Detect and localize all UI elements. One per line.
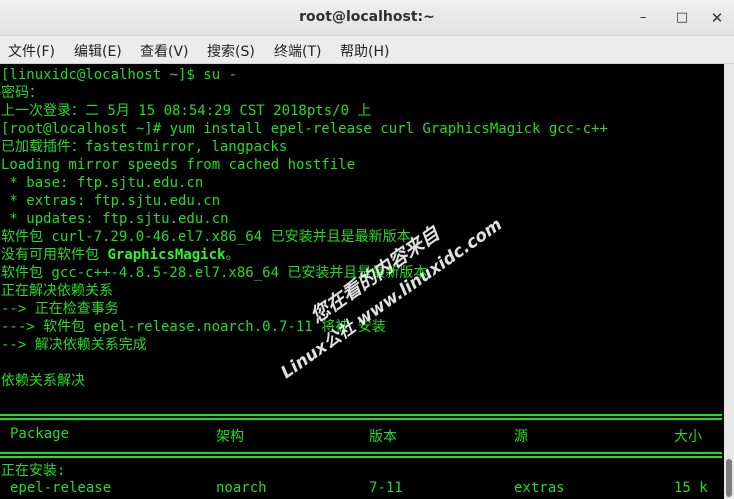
divider-double bbox=[0, 456, 722, 458]
scrollbar-thumb[interactable] bbox=[726, 459, 732, 497]
menu-search[interactable]: 搜索(S) bbox=[207, 41, 255, 61]
maximize-icon[interactable]: □ bbox=[671, 7, 693, 29]
terminal-line: 没有可用软件包 GraphicsMagick。 bbox=[1, 246, 239, 264]
package-size-cell: 15 k bbox=[674, 480, 708, 496]
package-repo-cell: extras bbox=[514, 480, 565, 496]
terminal-output[interactable]: [linuxidc@localhost ~]$ su - 密码： 上一次登录：二… bbox=[0, 64, 724, 499]
bold-package-name: GraphicsMagick bbox=[107, 247, 226, 263]
terminal-line: * updates: ftp.sjtu.edu.cn bbox=[1, 211, 229, 227]
terminal-line: --> 正在检查事务 bbox=[1, 301, 119, 317]
menu-view[interactable]: 查看(V) bbox=[140, 41, 189, 61]
menu-edit[interactable]: 编辑(E) bbox=[74, 41, 122, 61]
terminal-line: ---> 软件包 epel-release.noarch.0.7-11 将被 安… bbox=[1, 319, 386, 335]
terminal-line: 已加载插件：fastestmirror, langpacks bbox=[1, 139, 288, 155]
menu-terminal[interactable]: 终端(T) bbox=[274, 41, 321, 61]
terminal-line: --> 解决依赖关系完成 bbox=[1, 337, 147, 353]
divider-double bbox=[0, 452, 722, 454]
column-header-size: 大小 bbox=[674, 429, 702, 445]
column-header-package: Package bbox=[10, 426, 70, 442]
minimize-icon[interactable]: – bbox=[632, 7, 654, 29]
terminal-text: 。 bbox=[225, 247, 240, 263]
menu-bar: 文件(F) 编辑(E) 查看(V) 搜索(S) 终端(T) 帮助(H) bbox=[0, 36, 734, 64]
terminal-line: 依赖关系解决 bbox=[1, 373, 85, 389]
terminal-line: 软件包 curl-7.29.0-46.el7.x86_64 已安装并且是最新版本 bbox=[1, 229, 411, 245]
terminal-line: * base: ftp.sjtu.edu.cn bbox=[1, 175, 204, 191]
package-version-cell: 7-11 bbox=[369, 480, 403, 496]
column-header-version: 版本 bbox=[369, 429, 397, 445]
terminal-line: * extras: ftp.sjtu.edu.cn bbox=[1, 193, 221, 209]
terminal-line: [linuxidc@localhost ~]$ su - bbox=[1, 67, 238, 83]
divider-double bbox=[0, 418, 722, 420]
terminal-line: 软件包 gcc-c++-4.8.5-28.el7.x86_64 已安装并且是最新… bbox=[1, 265, 428, 281]
terminal-line: 密码： bbox=[1, 85, 43, 101]
column-header-arch: 架构 bbox=[216, 429, 244, 445]
package-name-cell: epel-release bbox=[10, 480, 112, 496]
terminal-text: 没有可用软件包 bbox=[1, 247, 108, 263]
menu-file[interactable]: 文件(F) bbox=[8, 41, 55, 61]
divider-double bbox=[0, 414, 722, 416]
terminal-line: 上一次登录：二 5月 15 08:54:29 CST 2018pts/0 上 bbox=[1, 103, 372, 119]
terminal-line: Loading mirror speeds from cached hostfi… bbox=[1, 157, 356, 173]
close-icon[interactable]: ✕ bbox=[706, 7, 728, 29]
terminal-scrollbar[interactable] bbox=[724, 64, 734, 499]
window-titlebar[interactable]: root@localhost:~ – □ ✕ bbox=[0, 0, 734, 36]
column-header-repo: 源 bbox=[514, 429, 528, 445]
menu-help[interactable]: 帮助(H) bbox=[340, 41, 389, 61]
window-title: root@localhost:~ bbox=[299, 9, 435, 25]
terminal-line: [root@localhost ~]# yum install epel-rel… bbox=[1, 121, 608, 137]
installing-label: 正在安装: bbox=[1, 463, 66, 479]
terminal-line: 正在解决依赖关系 bbox=[1, 283, 113, 299]
package-arch-cell: noarch bbox=[216, 480, 267, 496]
